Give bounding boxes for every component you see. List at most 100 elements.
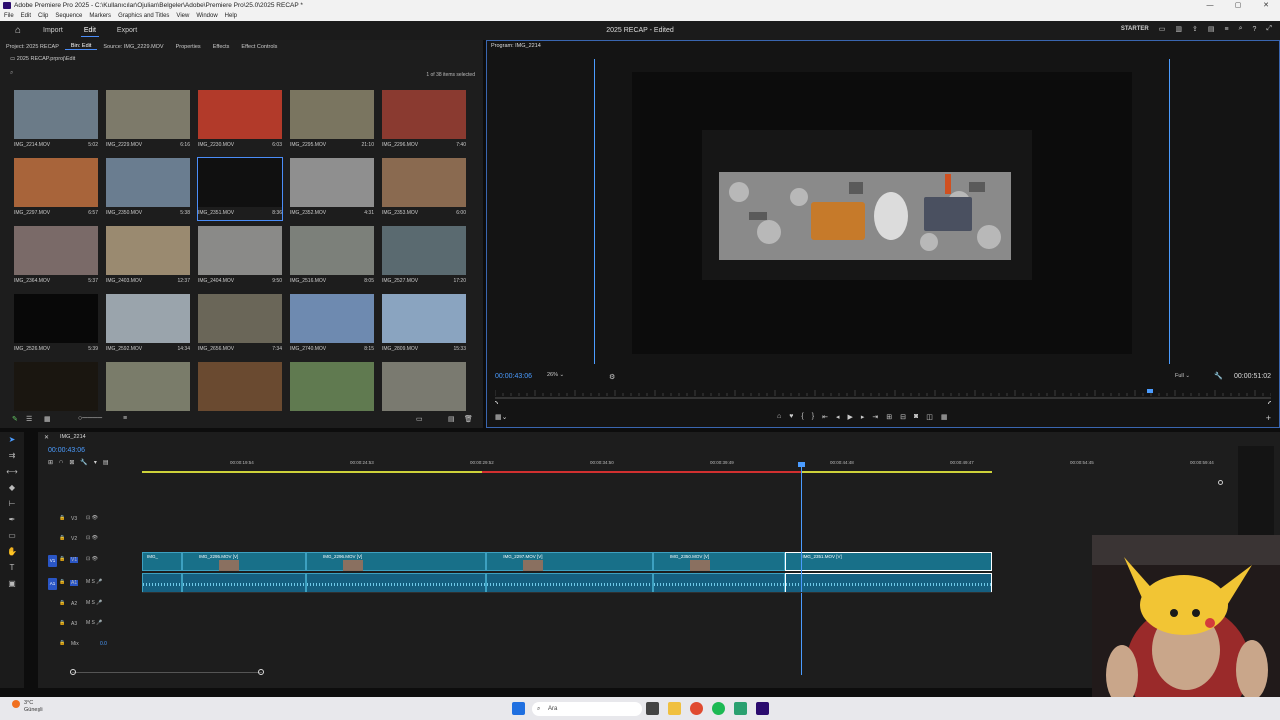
share-icon[interactable]: ⇪ [1192, 25, 1198, 33]
workspace-edit[interactable]: Edit [80, 25, 99, 37]
bin-clip-thumbnail[interactable]: IMG_2296.MOV 7:40 [382, 90, 466, 152]
track-header-v2[interactable]: 🔒 V2 ⊡ 👁 [48, 531, 140, 549]
lock-icon[interactable]: 🔒 [59, 620, 65, 626]
timeline-timecode[interactable]: 00:00:43:06 [48, 447, 85, 454]
file-explorer-icon[interactable] [668, 702, 681, 715]
taskbar-search[interactable]: ⌕ Ara [532, 702, 642, 716]
fullscreen-icon[interactable]: ⤢ [1266, 25, 1272, 33]
menu-sequence[interactable]: Sequence [55, 11, 82, 21]
linked-icon[interactable]: ⊠ [69, 459, 74, 466]
mark-out-icon[interactable]: } [812, 413, 814, 421]
bin-clip-thumbnail[interactable]: IMG_2350.MOV 5:38 [106, 158, 190, 220]
spotify-icon[interactable] [712, 702, 725, 715]
nest-icon[interactable]: ⊞ [48, 459, 53, 466]
bin-clip-thumbnail[interactable]: IMG_2656.MOV 7:34 [198, 294, 282, 356]
bin-clip-thumbnail[interactable]: IMG_2364.MOV 5:37 [14, 226, 98, 288]
sort-icon[interactable]: ≡ [123, 415, 127, 422]
menu-window[interactable]: Window [196, 11, 217, 21]
playhead[interactable] [798, 462, 805, 675]
bin-clip-thumbnail[interactable]: IMG_2404.MOV 9:50 [198, 226, 282, 288]
scroll-handle-left[interactable] [70, 669, 76, 675]
captions-icon[interactable]: ▤ [103, 459, 109, 466]
mix-value[interactable]: 0.0 [100, 641, 107, 647]
tab-properties[interactable]: Properties [170, 44, 207, 50]
audio-clip[interactable] [785, 573, 992, 593]
ripple-edit-icon[interactable]: ⟷ [0, 464, 24, 480]
lift-icon[interactable]: ⊞ [886, 413, 892, 421]
go-to-in-icon[interactable]: ⇤ [822, 413, 828, 421]
search-icon[interactable]: ⌕ [1239, 25, 1243, 33]
mute-solo-icon[interactable]: M S 🎤 [86, 600, 103, 606]
menu-graphics[interactable]: Graphics and Titles [118, 11, 169, 21]
tab-source[interactable]: Source: IMG_2229.MOV [97, 44, 169, 50]
pencil-icon[interactable]: ✎ [12, 415, 18, 423]
new-bin-icon[interactable]: ▭ [416, 415, 423, 423]
tab-bin-edit[interactable]: Bin: Edit [64, 43, 98, 50]
source-patch[interactable]: V1 [48, 555, 57, 567]
menu-file[interactable]: File [4, 11, 14, 21]
pen-tool-icon[interactable]: ✒ [0, 512, 24, 528]
wrench-icon[interactable]: 🔧 [1214, 372, 1223, 380]
export-frame-icon[interactable]: ◙ [914, 413, 918, 421]
track-header-v3[interactable]: 🔒 V3 ⊡ 👁 [48, 511, 140, 529]
audio-clip[interactable] [652, 573, 786, 593]
bin-clip-thumbnail[interactable]: IMG_2351.MOV 8:36 [197, 157, 283, 221]
tab-effects[interactable]: Effects [207, 44, 236, 50]
video-clip[interactable]: IMG_2295.MOV [V] [181, 552, 307, 571]
windows-start-icon[interactable] [512, 702, 525, 715]
settings-icon[interactable]: ⚙ [609, 373, 615, 381]
playhead-handle[interactable] [798, 462, 805, 467]
menu-view[interactable]: View [176, 11, 189, 21]
maximize-button[interactable]: ▢ [1224, 0, 1252, 11]
premiere-taskbar-icon[interactable] [756, 702, 769, 715]
quality-select[interactable]: Full ⌄ [1175, 373, 1190, 379]
lock-icon[interactable]: 🔒 [59, 600, 65, 606]
track-header-v1[interactable]: V1 🔒 V1 ⊡ 👁 [48, 552, 140, 570]
trash-icon[interactable]: 🗑 [464, 415, 473, 423]
add-button-icon[interactable]: + [1266, 413, 1271, 423]
timeline-ruler[interactable]: 00:00:19:54 00:00:24:53 00:00:29:52 00:00:3… [142, 456, 1232, 472]
track-header-a2[interactable]: 🔒 A2 M S 🎤 [48, 596, 140, 614]
track-header-mix[interactable]: 🔒 Mix 0.0 [48, 636, 140, 654]
video-clip[interactable]: IMG_ [142, 552, 182, 571]
task-view-icon[interactable] [646, 702, 659, 715]
video-clip[interactable]: IMG_2351.MOV [V] [785, 552, 992, 571]
zoom-slider[interactable]: ○──── [78, 415, 102, 422]
track-select-icon[interactable]: ⇉ [0, 448, 24, 464]
menu-clip[interactable]: Clip [38, 11, 48, 21]
bin-clip-thumbnail[interactable]: IMG_2295.MOV 21:10 [290, 90, 374, 152]
type-tool-icon[interactable]: T [0, 560, 24, 576]
step-forward-icon[interactable]: ▸ [861, 413, 865, 421]
menu-help[interactable]: Help [225, 11, 237, 21]
icon-view-icon[interactable]: ▦ [44, 415, 51, 423]
lock-icon[interactable]: 🔒 [59, 515, 65, 521]
weather-widget[interactable]: 3°C Güneşli [24, 700, 43, 714]
safe-margins-icon[interactable]: ▦⌄ [495, 413, 507, 421]
video-clip[interactable]: IMG_2297.MOV [V] [486, 552, 653, 571]
bin-clip-thumbnail[interactable]: IMG_2353.MOV 6:00 [382, 158, 466, 220]
bin-clip-thumbnail[interactable]: IMG_2230.MOV 6:03 [198, 90, 282, 152]
zoom-select[interactable]: 26% ⌄ [547, 372, 564, 378]
workspace-import[interactable]: Import [40, 25, 66, 36]
button-editor-icon[interactable]: ▦ [941, 413, 948, 421]
slip-tool-icon[interactable]: ⊢ [0, 496, 24, 512]
bin-clip-thumbnail[interactable]: IMG_2297.MOV 6:57 [14, 158, 98, 220]
audio-clip[interactable] [486, 573, 653, 593]
bin-clip-thumbnail[interactable]: IMG_2809.MOV 15:33 [382, 294, 466, 356]
notes-icon[interactable]: ▤ [1208, 25, 1215, 33]
audio-clip[interactable] [306, 573, 487, 593]
step-back-icon[interactable]: ◂ [836, 413, 840, 421]
lock-icon[interactable]: 🔒 [59, 556, 65, 562]
lock-icon[interactable]: 🔒 [59, 579, 65, 585]
tab-project[interactable]: Project: 2025 RECAP [0, 44, 65, 50]
layout-icon[interactable]: ▥ [1175, 25, 1182, 33]
bin-clip-thumbnail[interactable]: IMG_2214.MOV 5:02 [14, 90, 98, 152]
audio-clip[interactable] [142, 573, 182, 593]
timeline-tab[interactable]: IMG_2214 [60, 434, 86, 440]
lock-icon[interactable]: 🔒 [59, 640, 65, 646]
app-icon[interactable] [734, 702, 747, 715]
panel-icon[interactable]: ▭ [1159, 25, 1166, 33]
track-header-a1[interactable]: A1 🔒 A1 M S 🎤 [48, 575, 140, 593]
scroll-handle-right[interactable] [258, 669, 264, 675]
minimize-button[interactable]: — [1196, 0, 1224, 11]
